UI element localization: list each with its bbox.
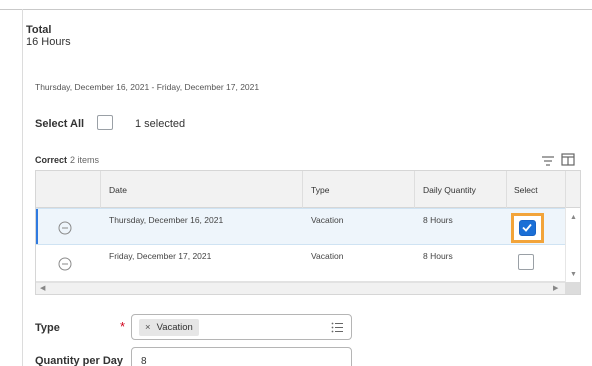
column-header-select[interactable]: Select	[514, 185, 538, 195]
table-row[interactable]: Friday, December 17, 2021 Vacation 8 Hou…	[36, 245, 565, 282]
quantity-per-day-value: 8	[141, 356, 147, 366]
total-value: 16 Hours	[26, 36, 71, 48]
column-header-daily-quantity[interactable]: Daily Quantity	[423, 185, 476, 195]
date-range: Thursday, December 16, 2021 - Friday, De…	[35, 82, 260, 92]
grid-title: Correct 2 items	[35, 155, 99, 165]
correct-grid: Date Type Daily Quantity Select Thursday…	[35, 170, 581, 295]
horizontal-scrollbar[interactable]: ◀ ▶	[36, 282, 565, 294]
scroll-right-icon[interactable]: ▶	[553, 285, 558, 292]
grid-title-text: Correct	[35, 155, 68, 165]
total-label: Total	[26, 24, 52, 36]
select-all-checkbox[interactable]	[97, 115, 113, 130]
top-divider	[0, 9, 592, 10]
row-selected-indicator	[36, 209, 38, 244]
scroll-down-icon[interactable]: ▼	[570, 271, 577, 278]
quantity-per-day-input[interactable]: 8	[131, 347, 352, 366]
vertical-scrollbar[interactable]: ▲ ▼	[565, 208, 580, 282]
scroll-left-icon[interactable]: ◀	[40, 285, 45, 292]
quantity-per-day-label: Quantity per Day	[35, 355, 124, 366]
column-divider	[565, 171, 566, 208]
minus-circle-icon[interactable]	[58, 257, 72, 271]
cell-daily-quantity: 8 Hours	[423, 215, 453, 225]
selected-count: 1 selected	[135, 118, 186, 130]
checkbox-checked-icon	[522, 223, 532, 232]
type-chip-label: Vacation	[156, 322, 193, 333]
cell-type: Vacation	[311, 215, 344, 225]
select-checkbox[interactable]	[518, 254, 534, 270]
column-header-type[interactable]: Type	[311, 185, 329, 195]
minus-circle-icon[interactable]	[58, 221, 72, 235]
table-row[interactable]: Thursday, December 16, 2021 Vacation 8 H…	[36, 208, 565, 245]
select-all-label: Select All	[35, 118, 85, 130]
list-icon[interactable]	[331, 322, 344, 333]
cell-type: Vacation	[311, 251, 344, 261]
cell-date: Thursday, December 16, 2021	[109, 215, 224, 225]
select-checkbox-focus	[511, 213, 544, 243]
scroll-up-icon[interactable]: ▲	[570, 214, 577, 221]
type-chip[interactable]: × Vacation	[139, 319, 199, 336]
columns-icon[interactable]	[561, 153, 575, 166]
required-marker: *	[120, 319, 126, 334]
grid-header: Date Type Daily Quantity Select	[36, 171, 580, 208]
scrollbar-corner	[565, 282, 580, 294]
cell-daily-quantity: 8 Hours	[423, 251, 453, 261]
column-header-date[interactable]: Date	[109, 185, 127, 195]
type-field[interactable]: × Vacation	[131, 314, 352, 340]
left-divider	[22, 9, 23, 366]
select-checkbox[interactable]	[519, 220, 536, 236]
chip-remove-icon[interactable]: ×	[145, 322, 151, 333]
type-label: Type	[35, 322, 60, 334]
cell-date: Friday, December 17, 2021	[109, 251, 212, 261]
filter-icon[interactable]	[541, 155, 555, 167]
grid-item-count: 2 items	[70, 155, 100, 165]
